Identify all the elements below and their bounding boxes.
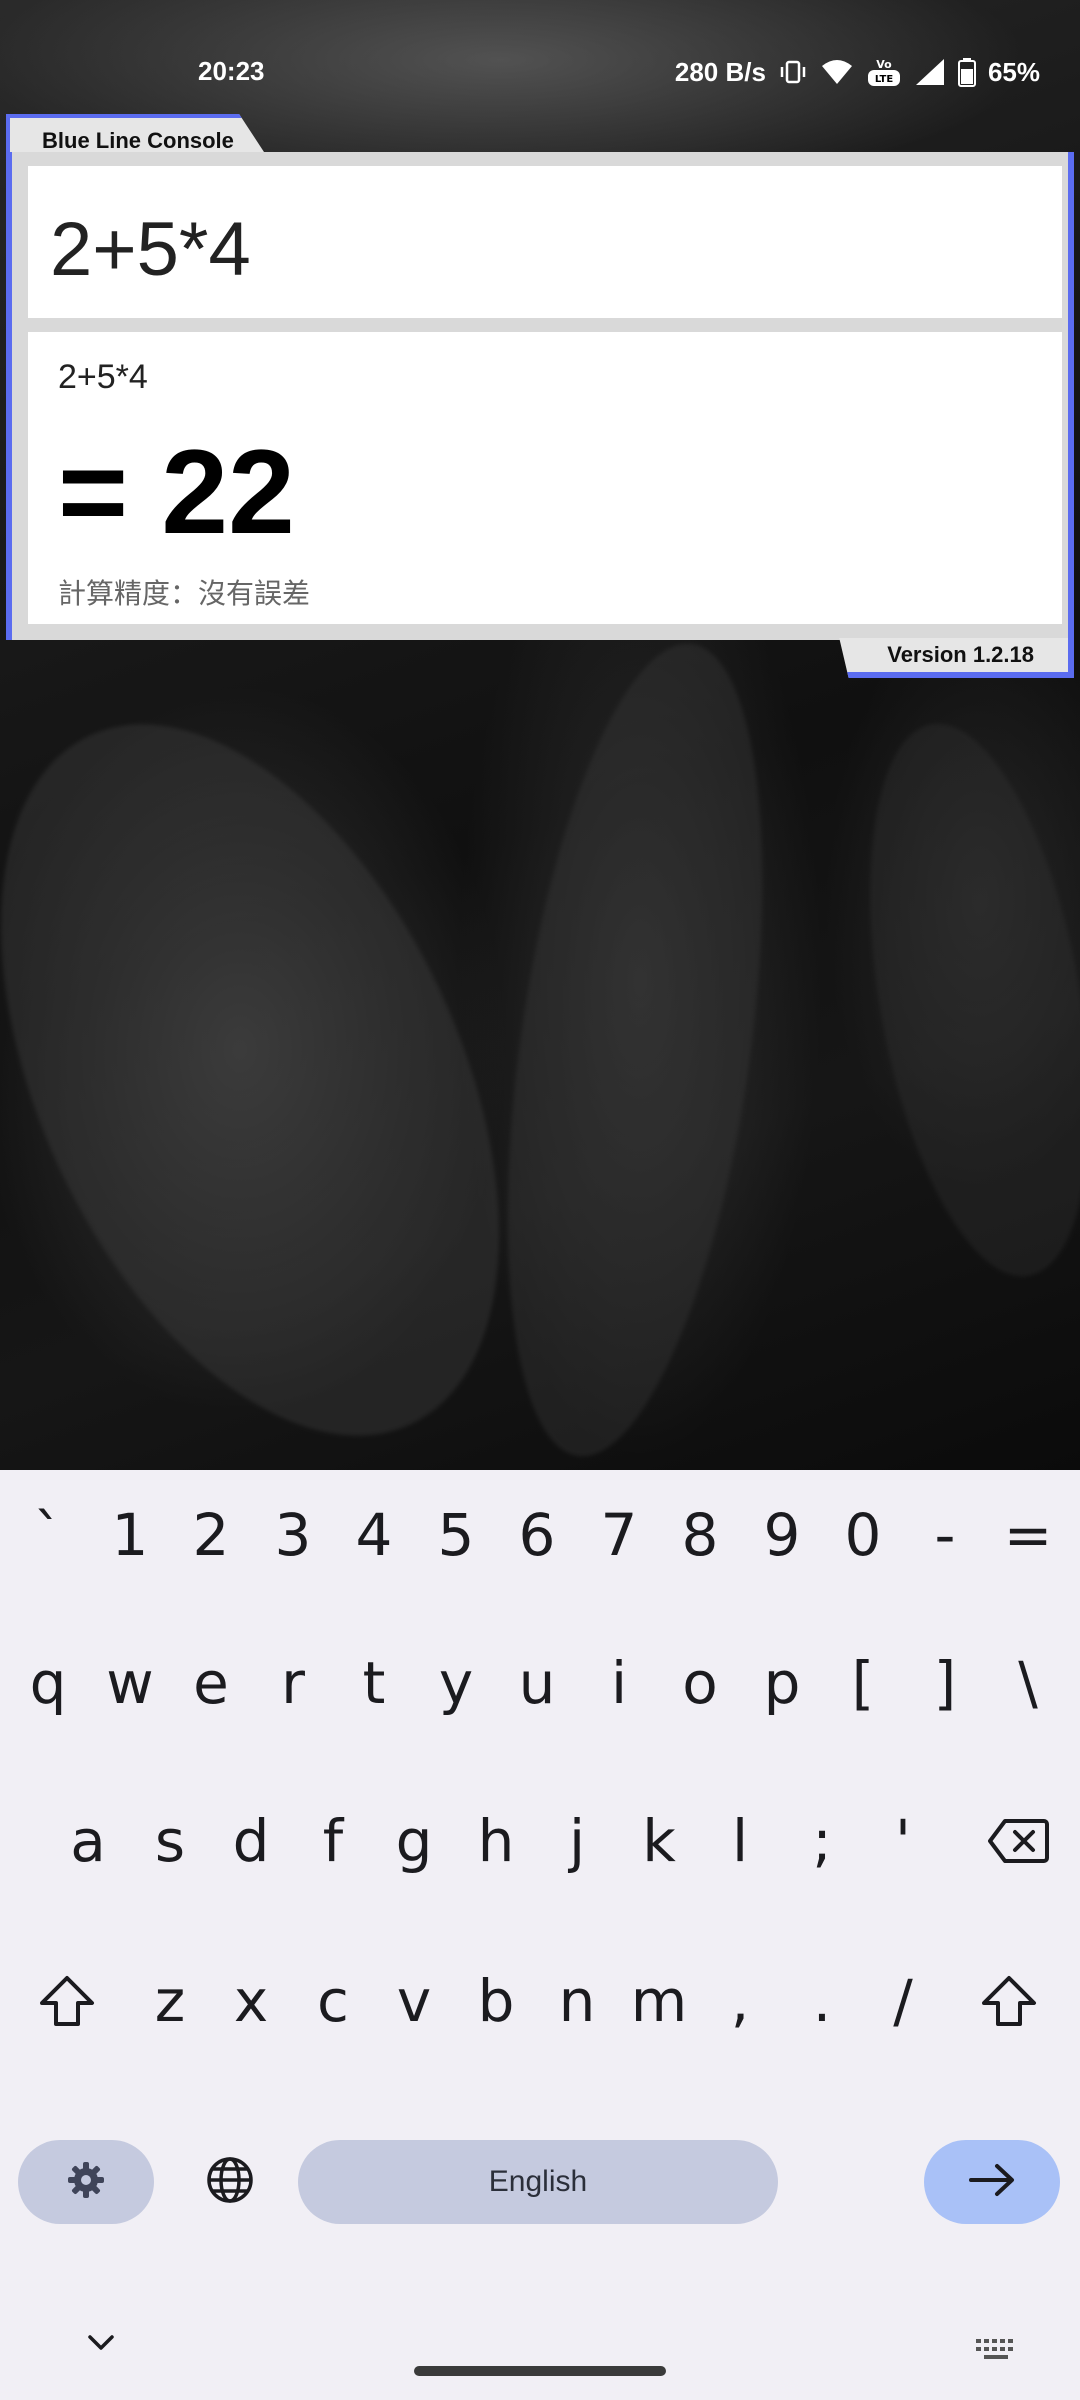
keyboard-row-zxcv: z x c v b n m , . / bbox=[0, 1936, 1080, 2066]
key[interactable]: u bbox=[497, 1618, 577, 1748]
precision-note: 計算精度：沒有誤差 bbox=[58, 577, 311, 610]
key[interactable]: 8 bbox=[660, 1470, 740, 1600]
console-panel: Blue Line Console 2+5*4 2+5*4 = 22 計算精度：… bbox=[0, 114, 1080, 678]
key[interactable]: k bbox=[619, 1776, 699, 1906]
key[interactable]: 7 bbox=[579, 1470, 659, 1600]
keyboard-row-asdf: a s d f g h j k l ; ' bbox=[0, 1776, 1080, 1906]
home-indicator[interactable] bbox=[414, 2366, 666, 2376]
shift-icon[interactable] bbox=[968, 1936, 1050, 2066]
key[interactable]: ` bbox=[8, 1470, 88, 1600]
key[interactable]: f bbox=[293, 1776, 373, 1906]
key[interactable]: [ bbox=[823, 1618, 903, 1748]
arrow-right-icon bbox=[967, 2162, 1017, 2203]
enter-key[interactable] bbox=[924, 2140, 1060, 2224]
battery-icon bbox=[957, 57, 976, 87]
version-label: Version 1.2.18 bbox=[839, 638, 1074, 678]
wifi-icon bbox=[820, 57, 854, 87]
battery-level: 65% bbox=[987, 56, 1040, 87]
soft-keyboard: ` 1 2 3 4 5 6 7 8 9 0 - = q w e r t y u … bbox=[0, 1470, 1080, 2400]
key[interactable]: c bbox=[293, 1936, 373, 2066]
key[interactable]: d bbox=[211, 1776, 291, 1906]
key[interactable]: 2 bbox=[171, 1470, 251, 1600]
keyboard-bottom-row: English bbox=[0, 2140, 1080, 2226]
key[interactable]: s bbox=[130, 1776, 210, 1906]
keyboard-row-numbers: ` 1 2 3 4 5 6 7 8 9 0 - = bbox=[0, 1470, 1080, 1600]
keyboard-icon[interactable] bbox=[974, 2336, 1018, 2367]
language-key[interactable] bbox=[190, 2140, 270, 2224]
key[interactable]: z bbox=[130, 1936, 210, 2066]
key[interactable]: 0 bbox=[823, 1470, 903, 1600]
key[interactable]: 9 bbox=[742, 1470, 822, 1600]
result-value: = 22 bbox=[58, 425, 295, 559]
key[interactable]: ] bbox=[905, 1618, 985, 1748]
key[interactable]: m bbox=[619, 1936, 699, 2066]
key[interactable]: t bbox=[334, 1618, 414, 1748]
volte-icon: Vo LTE bbox=[866, 56, 902, 88]
key[interactable]: / bbox=[863, 1936, 943, 2066]
net-speed: 280 B/s bbox=[674, 56, 766, 87]
key[interactable]: 3 bbox=[253, 1470, 333, 1600]
key[interactable]: . bbox=[782, 1936, 862, 2066]
key[interactable]: , bbox=[700, 1936, 780, 2066]
key[interactable]: \ bbox=[988, 1618, 1068, 1748]
key[interactable]: q bbox=[8, 1618, 88, 1748]
keyboard-row-qwerty: q w e r t y u i o p [ ] \ bbox=[0, 1618, 1080, 1748]
key[interactable]: b bbox=[456, 1936, 536, 2066]
settings-key[interactable] bbox=[18, 2140, 154, 2224]
space-bar[interactable]: English bbox=[298, 2140, 778, 2224]
console-frame: 2+5*4 2+5*4 = 22 計算精度：沒有誤差 bbox=[6, 152, 1074, 640]
status-icons: 280 B/s Vo LTE 65% bbox=[675, 56, 1040, 88]
key[interactable]: g bbox=[374, 1776, 454, 1906]
globe-icon bbox=[205, 2155, 255, 2210]
key[interactable]: o bbox=[660, 1618, 740, 1748]
key[interactable]: 1 bbox=[90, 1470, 170, 1600]
vibrate-icon bbox=[778, 57, 808, 87]
key[interactable]: x bbox=[211, 1936, 291, 2066]
key[interactable]: = bbox=[988, 1470, 1068, 1600]
result-panel[interactable]: 2+5*4 = 22 計算精度：沒有誤差 bbox=[28, 332, 1062, 624]
svg-text:Vo: Vo bbox=[876, 58, 892, 71]
expression-input[interactable]: 2+5*4 bbox=[28, 166, 1062, 318]
key[interactable]: h bbox=[456, 1776, 536, 1906]
key[interactable]: j bbox=[537, 1776, 617, 1906]
key[interactable]: n bbox=[537, 1936, 617, 2066]
gear-icon bbox=[66, 2160, 106, 2205]
status-time: 20:23 bbox=[198, 56, 265, 86]
signal-icon bbox=[914, 57, 946, 87]
chevron-down-icon[interactable] bbox=[84, 2330, 118, 2359]
key[interactable]: r bbox=[253, 1618, 333, 1748]
key[interactable]: - bbox=[905, 1470, 985, 1600]
backspace-icon[interactable] bbox=[968, 1776, 1068, 1906]
expression-input-text: 2+5*4 bbox=[50, 207, 251, 292]
key[interactable]: y bbox=[416, 1618, 496, 1748]
shift-icon[interactable] bbox=[26, 1936, 108, 2066]
key[interactable]: p bbox=[742, 1618, 822, 1748]
result-expression: 2+5*4 bbox=[58, 358, 148, 396]
key[interactable]: ' bbox=[863, 1776, 943, 1906]
key[interactable]: w bbox=[90, 1618, 170, 1748]
keyboard-nav-row bbox=[0, 2330, 1080, 2400]
key[interactable]: v bbox=[374, 1936, 454, 2066]
key[interactable]: i bbox=[579, 1618, 659, 1748]
key[interactable]: e bbox=[171, 1618, 251, 1748]
key[interactable]: 5 bbox=[416, 1470, 496, 1600]
key[interactable]: l bbox=[700, 1776, 780, 1906]
svg-text:LTE: LTE bbox=[875, 74, 894, 85]
key[interactable]: 4 bbox=[334, 1470, 414, 1600]
key[interactable]: 6 bbox=[497, 1470, 577, 1600]
key[interactable]: a bbox=[48, 1776, 128, 1906]
key[interactable]: ; bbox=[782, 1776, 862, 1906]
